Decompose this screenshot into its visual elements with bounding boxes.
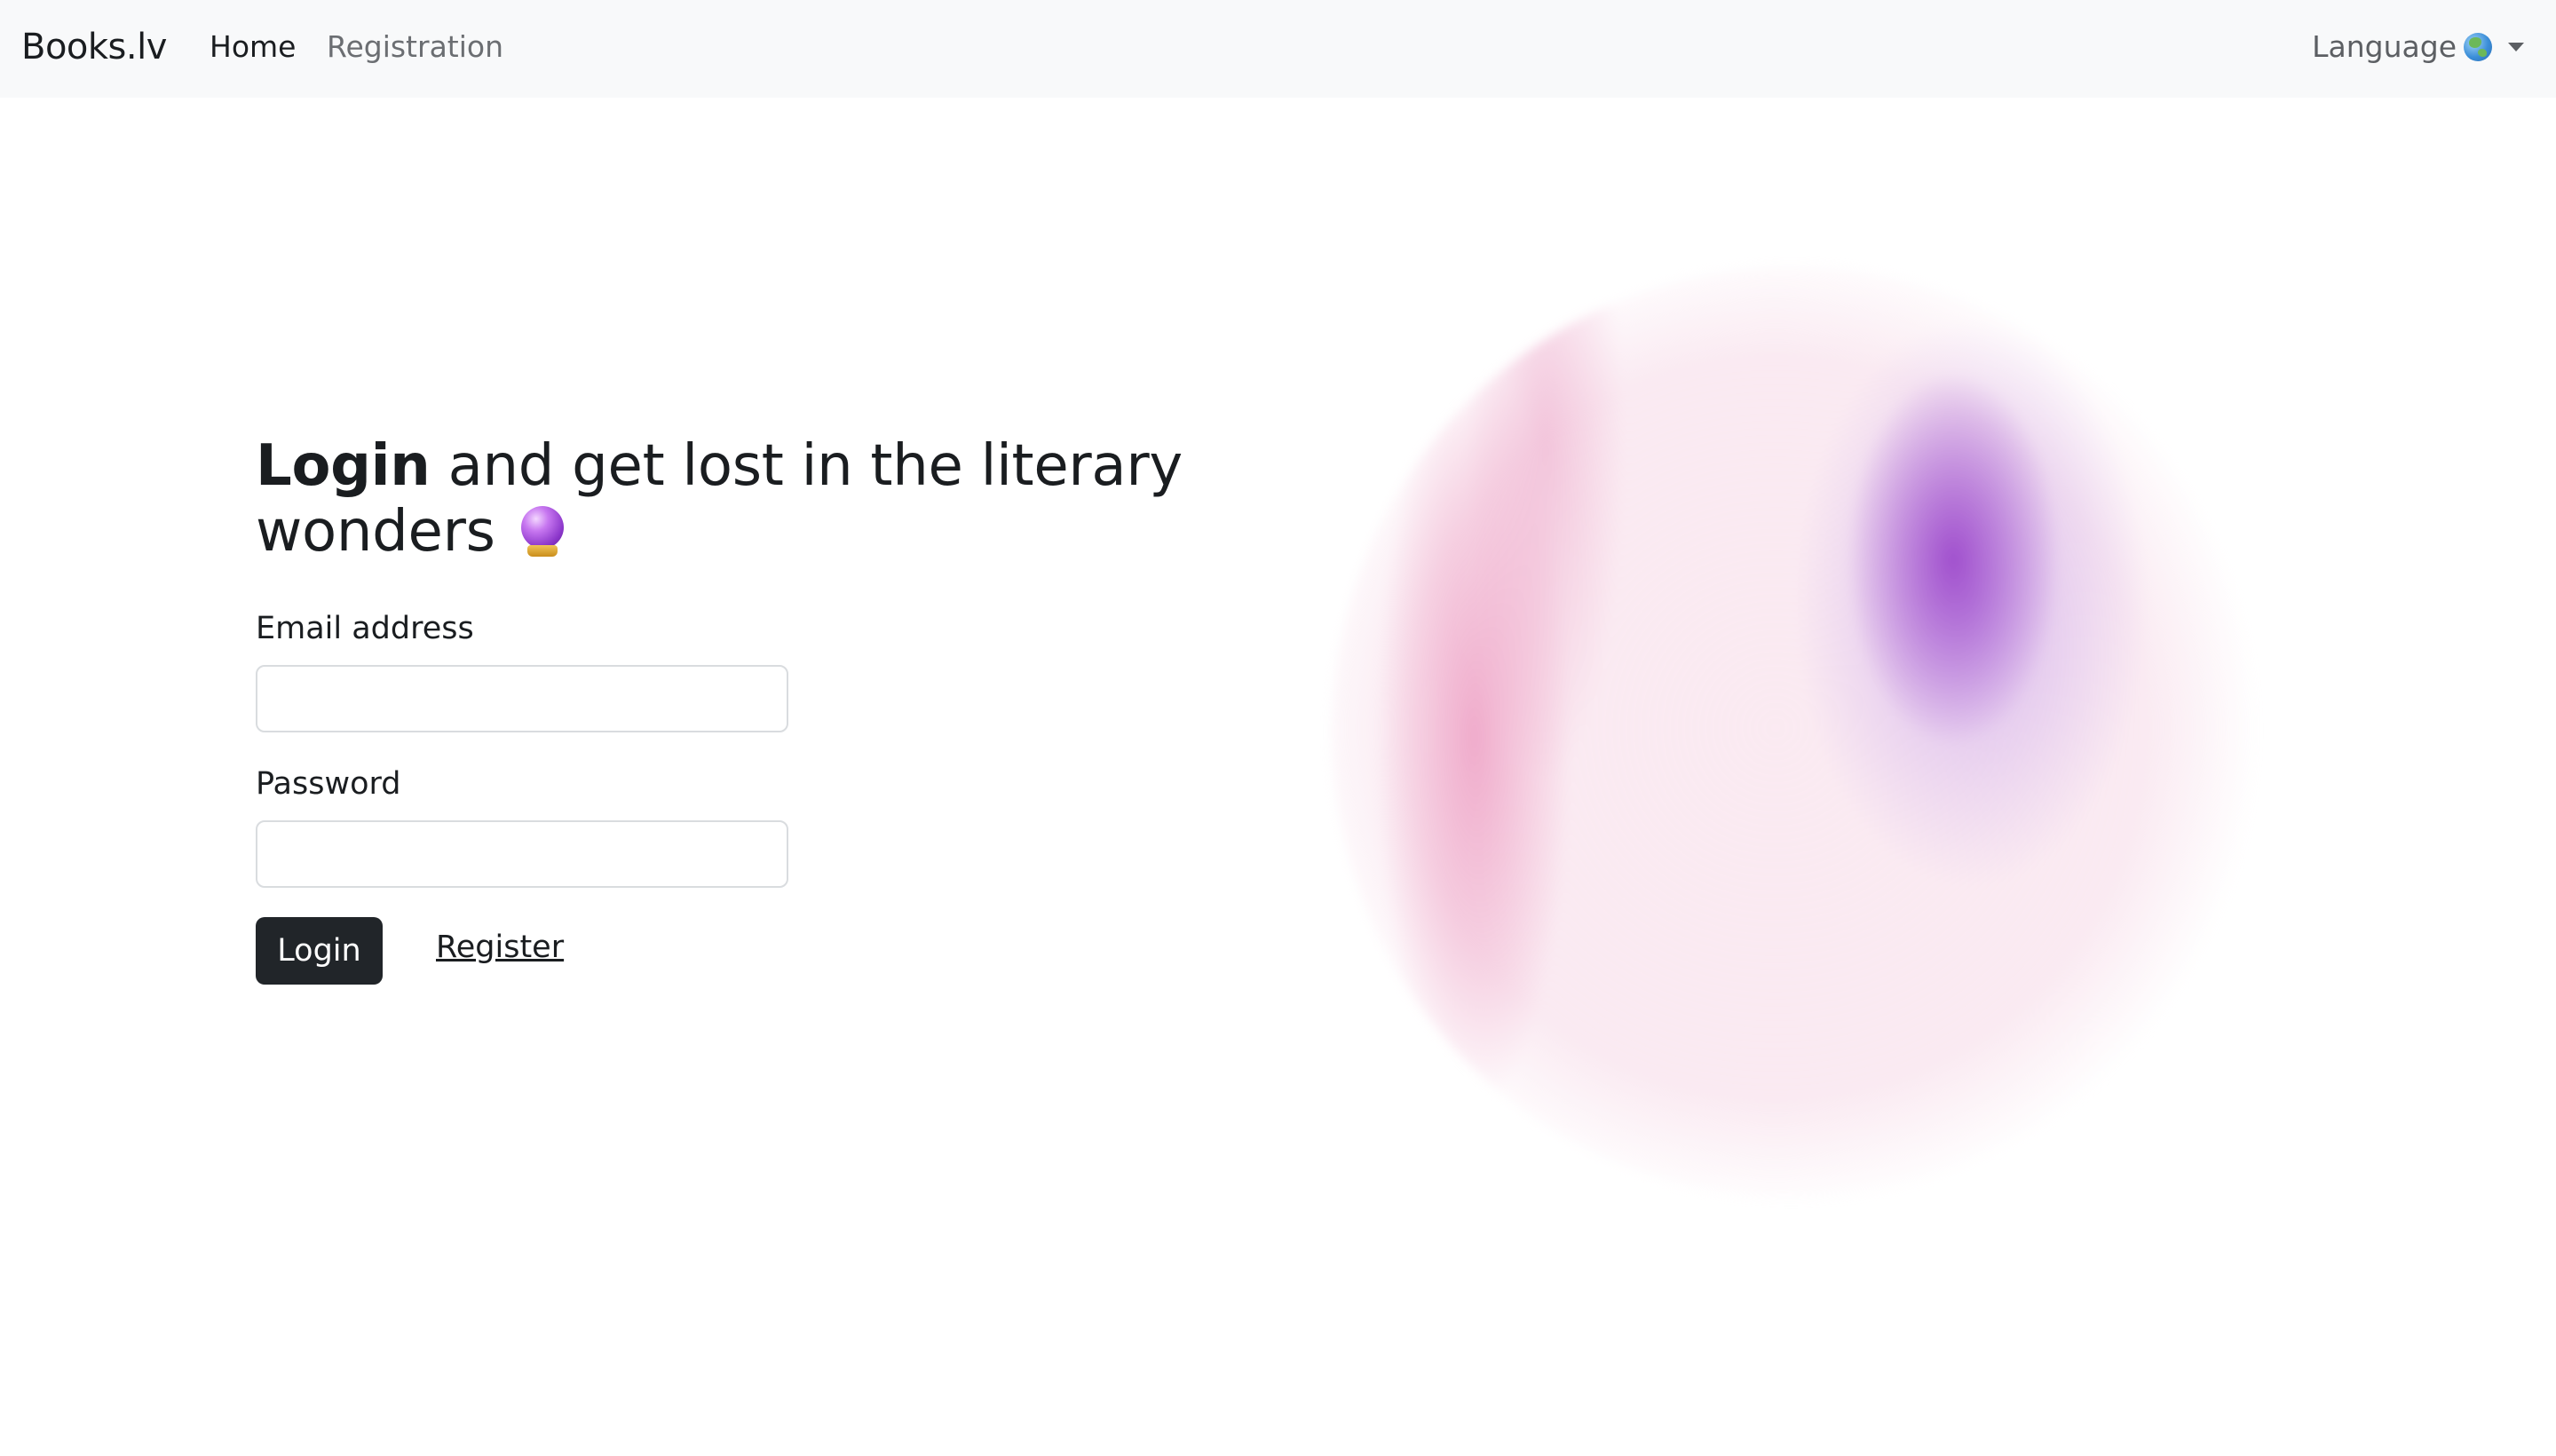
password-field[interactable]: [256, 820, 788, 888]
crystal-ball-icon: [518, 506, 566, 558]
language-label: Language: [2312, 29, 2457, 64]
language-dropdown[interactable]: Language: [2312, 28, 2524, 66]
decorative-gradient-blob: [1332, 266, 2255, 1199]
top-navbar: Books.lv Home Registration Language: [0, 0, 2556, 98]
page-title: Login and get lost in the literary wonde…: [256, 433, 1188, 565]
brand-logo[interactable]: Books.lv: [21, 25, 167, 69]
register-link[interactable]: Register: [436, 928, 564, 967]
email-field[interactable]: [256, 665, 788, 732]
login-button[interactable]: Login: [256, 917, 383, 985]
nav-registration-link[interactable]: Registration: [327, 28, 503, 66]
chevron-down-icon: [2508, 43, 2524, 51]
nav-home-link[interactable]: Home: [210, 28, 296, 66]
page-title-bold: Login: [256, 433, 431, 499]
globe-icon: [2464, 33, 2492, 61]
email-label: Email address: [256, 611, 474, 646]
password-label: Password: [256, 766, 401, 802]
